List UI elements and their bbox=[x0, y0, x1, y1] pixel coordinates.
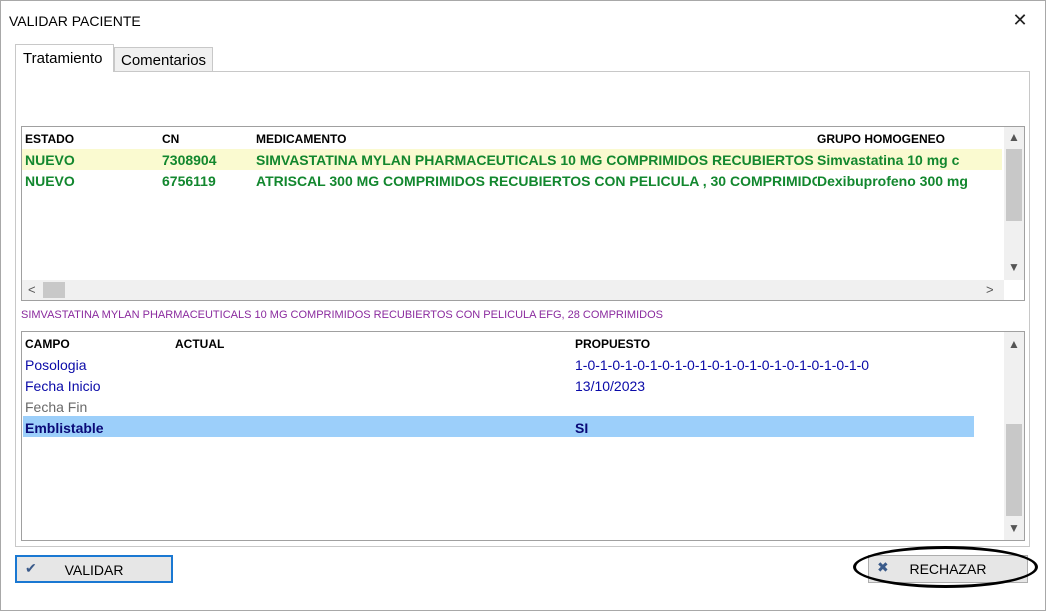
medications-grid[interactable]: ESTADO CN MEDICAMENTO GRUPO HOMOGENEO NU… bbox=[21, 126, 1025, 301]
vertical-scrollbar[interactable]: ▲ ▼ bbox=[1004, 127, 1024, 280]
scroll-down-icon[interactable]: ▼ bbox=[1004, 521, 1024, 535]
cell-propuesto: 1-0-1-0-1-0-1-0-1-0-1-0-1-0-1-0-1-0-1-0-… bbox=[575, 357, 870, 373]
validar-label: VALIDAR bbox=[64, 562, 124, 578]
cell-estado: NUEVO bbox=[25, 173, 75, 189]
scroll-left-icon[interactable]: < bbox=[28, 282, 36, 297]
scroll-down-icon[interactable]: ▼ bbox=[1004, 260, 1024, 274]
tab-tratamiento[interactable]: Tratamiento bbox=[15, 44, 114, 72]
selected-row-highlight bbox=[23, 416, 974, 437]
column-header-medicamento[interactable]: MEDICAMENTO bbox=[256, 132, 346, 146]
horizontal-scrollbar[interactable]: < > bbox=[22, 280, 1004, 300]
rechazar-label: RECHAZAR bbox=[909, 561, 987, 577]
cell-estado: NUEVO bbox=[25, 152, 75, 168]
cell-propuesto: SI bbox=[575, 420, 589, 436]
column-header-cn[interactable]: CN bbox=[162, 132, 179, 146]
vertical-scrollbar[interactable]: ▲ ▼ bbox=[1004, 332, 1024, 540]
scroll-up-icon[interactable]: ▲ bbox=[1004, 130, 1024, 144]
column-header-estado[interactable]: ESTADO bbox=[25, 132, 74, 146]
rechazar-button[interactable]: ✖ RECHAZAR bbox=[868, 555, 1028, 583]
column-header-campo[interactable]: CAMPO bbox=[25, 337, 70, 351]
column-header-actual[interactable]: ACTUAL bbox=[175, 337, 224, 351]
cell-campo: Posologia bbox=[25, 357, 87, 373]
dialog-window: VALIDAR PACIENTE ✕ Tratamiento Comentari… bbox=[0, 0, 1046, 611]
cell-campo: Fecha Inicio bbox=[25, 378, 101, 394]
cell-medicamento: SIMVASTATINA MYLAN PHARMACEUTICALS 10 MG… bbox=[256, 152, 817, 168]
scrollbar-thumb[interactable] bbox=[43, 282, 65, 298]
cell-grupo: Dexibuprofeno 300 mg bbox=[817, 173, 968, 189]
scroll-right-icon[interactable]: > bbox=[986, 282, 994, 297]
column-header-propuesto[interactable]: PROPUESTO bbox=[575, 337, 650, 351]
cell-cn: 6756119 bbox=[162, 173, 216, 189]
details-grid[interactable]: CAMPO ACTUAL PROPUESTO Posologia 1-0-1-0… bbox=[21, 331, 1025, 541]
window-title: VALIDAR PACIENTE bbox=[9, 13, 141, 29]
scrollbar-thumb[interactable] bbox=[1006, 424, 1022, 516]
cell-propuesto: 13/10/2023 bbox=[575, 378, 646, 394]
tab-label: Tratamiento bbox=[23, 50, 103, 67]
cell-campo: Fecha Fin bbox=[25, 399, 88, 415]
cell-grupo: Simvastatina 10 mg c bbox=[817, 152, 960, 168]
close-icon[interactable]: ✕ bbox=[1009, 9, 1031, 31]
validar-button[interactable]: ✔ VALIDAR bbox=[15, 555, 173, 583]
cell-cn: 7308904 bbox=[162, 152, 217, 168]
selected-medication-description: SIMVASTATINA MYLAN PHARMACEUTICALS 10 MG… bbox=[21, 309, 663, 321]
tab-comentarios[interactable]: Comentarios bbox=[114, 47, 213, 72]
cell-medicamento: ATRISCAL 300 MG COMPRIMIDOS RECUBIERTOS … bbox=[256, 173, 817, 189]
tab-label: Comentarios bbox=[121, 52, 207, 69]
title-bar: VALIDAR PACIENTE ✕ bbox=[1, 1, 1045, 41]
scroll-up-icon[interactable]: ▲ bbox=[1004, 337, 1024, 351]
cell-campo: Emblistable bbox=[25, 420, 104, 436]
scrollbar-thumb[interactable] bbox=[1006, 149, 1022, 221]
column-header-grupo-homogeneo[interactable]: GRUPO HOMOGENEO bbox=[817, 132, 945, 146]
